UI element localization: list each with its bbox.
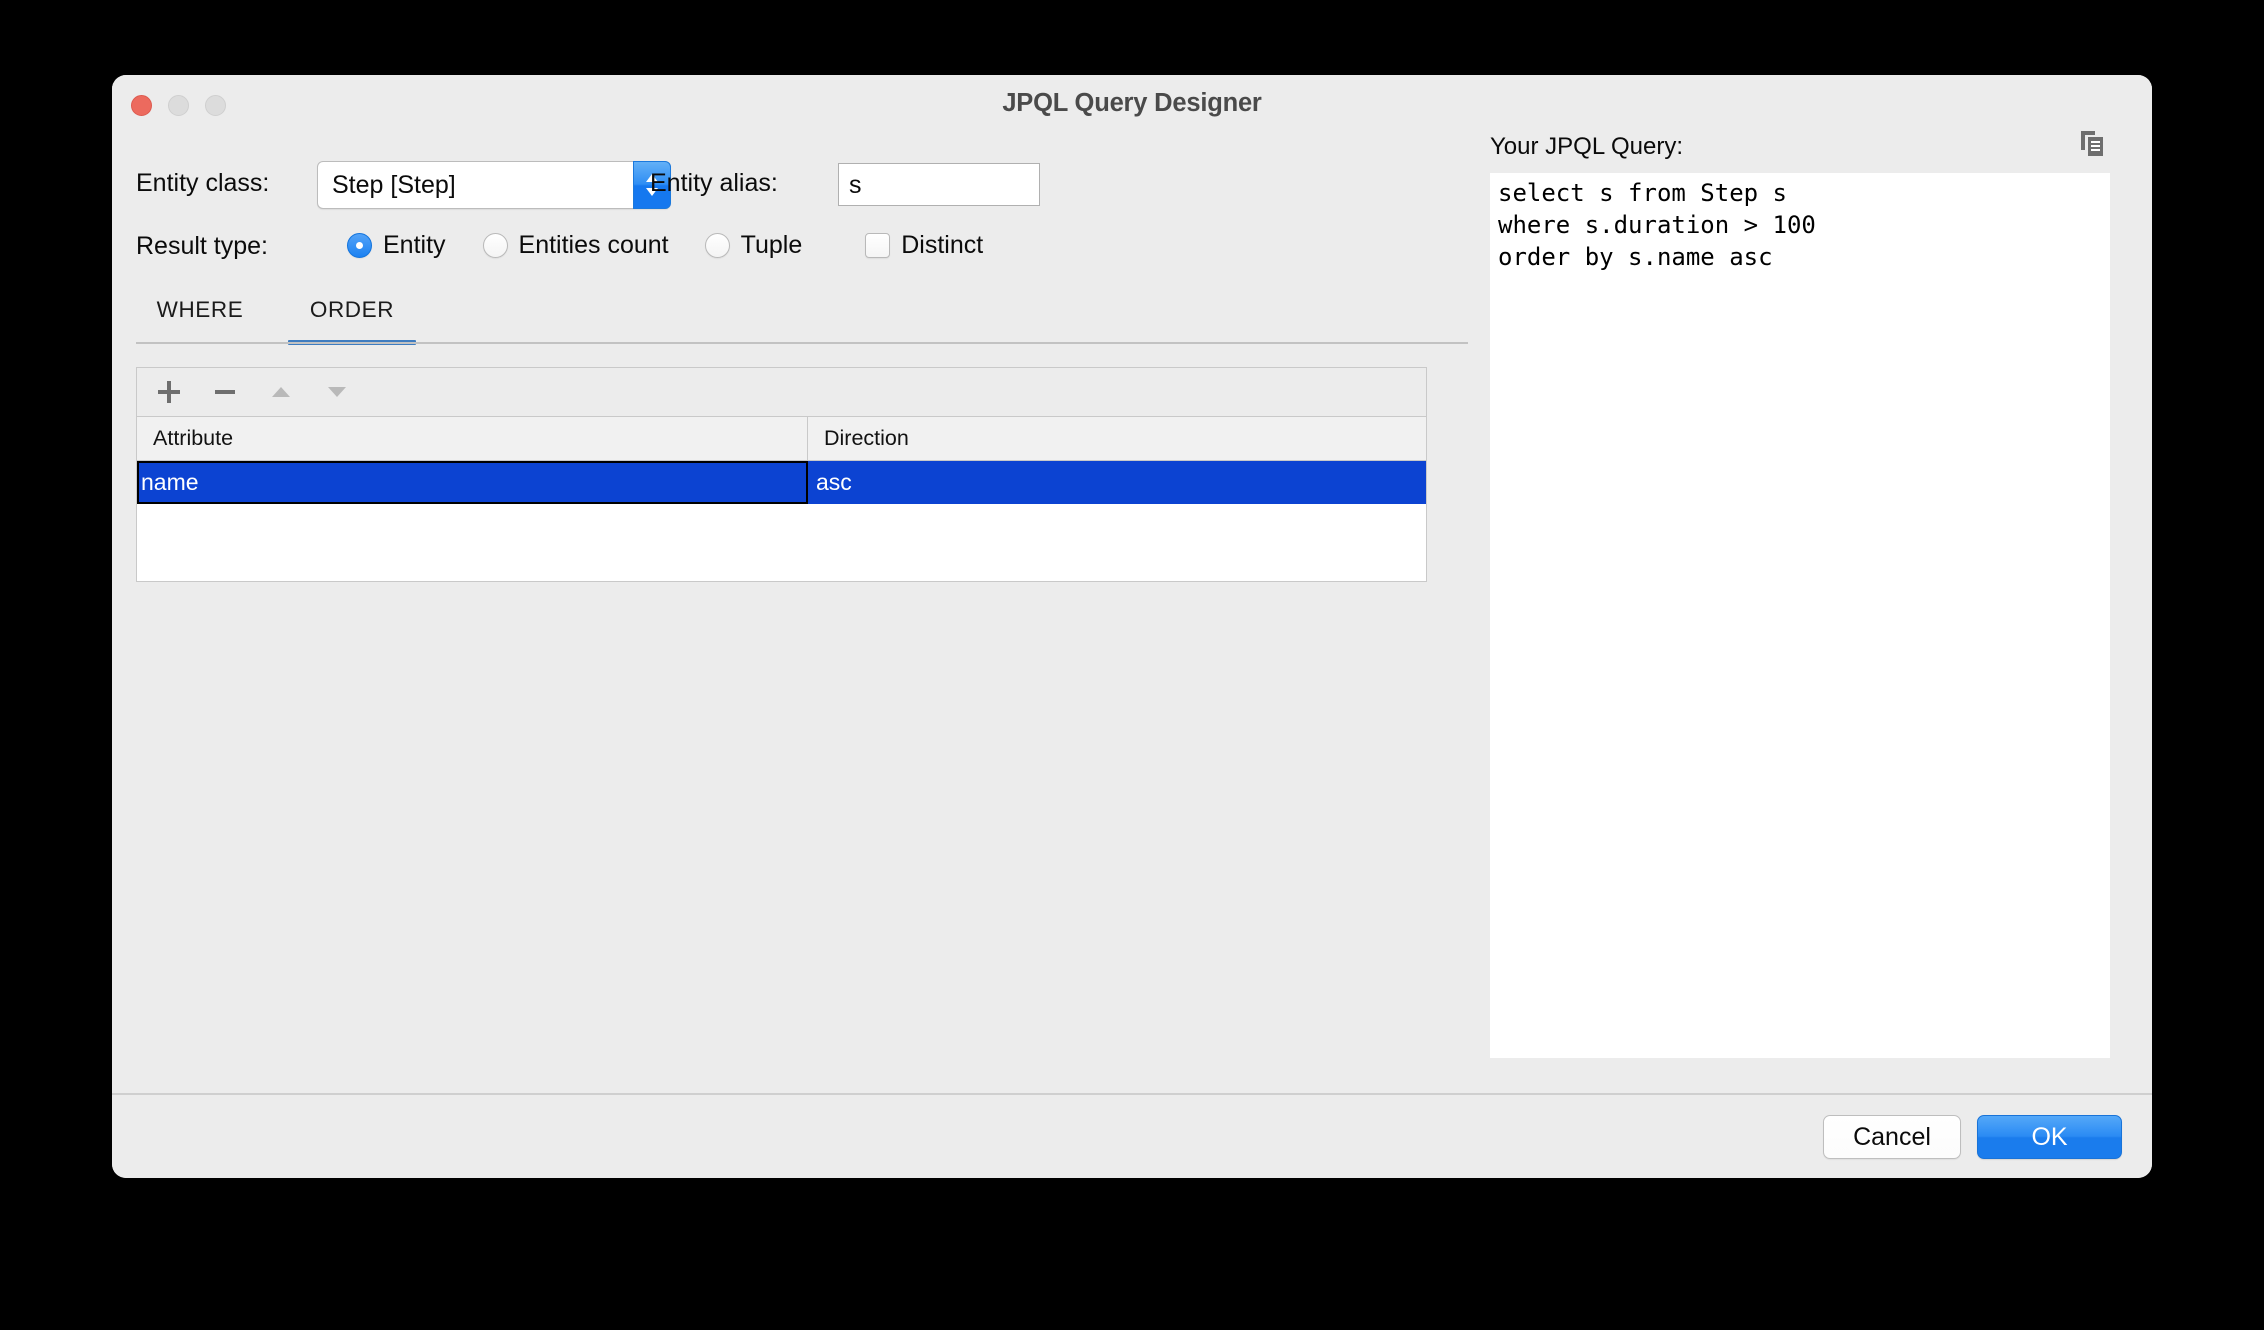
query-text[interactable]: select s from Step s where s.duration > … [1490,173,2110,1058]
ok-button[interactable]: OK [1977,1115,2122,1159]
tab-order-label: ORDER [309,297,395,322]
tab-bar-baseline [136,342,1468,344]
table-row[interactable]: name asc [137,461,1426,504]
cell-attribute[interactable]: name [137,461,808,504]
move-down-button[interactable] [319,374,355,410]
remove-button[interactable] [207,374,243,410]
copy-icon[interactable] [2074,126,2110,162]
entity-class-label: Entity class: [136,169,270,197]
radio-entity-indicator [347,232,372,258]
entity-alias-value: s [849,171,862,199]
query-preview-panel: Your JPQL Query: select s from Step s wh… [1490,121,2110,1098]
order-list-toolbar [136,367,1427,417]
add-button[interactable] [151,374,187,410]
cell-direction[interactable]: asc [808,461,1426,504]
order-list-panel: Attribute Direction name asc [136,367,1427,582]
result-type-radio-group: Entity Entities count Tuple Distinct [347,223,983,267]
minus-icon [215,390,235,394]
entity-alias-label: Entity alias: [650,169,778,197]
query-label: Your JPQL Query: [1490,133,1683,160]
triangle-down-icon [328,387,346,397]
radio-entities-count-indicator [482,232,508,258]
radio-entity[interactable]: Entity [347,231,446,260]
jpql-query-designer-window: JPQL Query Designer Entity class: Step [… [112,75,2152,1178]
radio-entities-count[interactable]: Entities count [482,230,669,260]
entity-alias-input[interactable]: s [838,163,1040,206]
cancel-button[interactable]: Cancel [1823,1115,1961,1159]
tab-order[interactable]: ORDER [288,297,416,345]
move-up-button[interactable] [263,374,299,410]
footer-bar: Cancel OK [112,1095,2152,1178]
column-header-attribute[interactable]: Attribute [137,417,808,460]
plus-icon [158,381,180,403]
column-header-direction[interactable]: Direction [808,417,1426,460]
order-table-body: name asc [136,461,1427,582]
result-type-label: Result type: [136,232,269,260]
tab-where-label: WHERE [156,297,244,322]
triangle-up-icon [272,387,290,397]
radio-tuple[interactable]: Tuple [704,230,803,260]
entity-class-value: Step [Step] [332,171,456,199]
checkbox-distinct[interactable]: Distinct [865,231,983,260]
radio-tuple-indicator [704,232,730,258]
tab-where[interactable]: WHERE [136,297,264,345]
checkbox-distinct-label: Distinct [901,230,984,259]
window-title: JPQL Query Designer [1002,89,1262,117]
radio-tuple-label: Tuple [740,230,803,259]
entity-class-combobox[interactable]: Step [Step] [317,161,671,209]
radio-entity-label: Entity [383,230,446,259]
checkbox-distinct-indicator [865,232,891,258]
radio-entities-count-label: Entities count [518,230,669,259]
order-table-header: Attribute Direction [136,417,1427,461]
